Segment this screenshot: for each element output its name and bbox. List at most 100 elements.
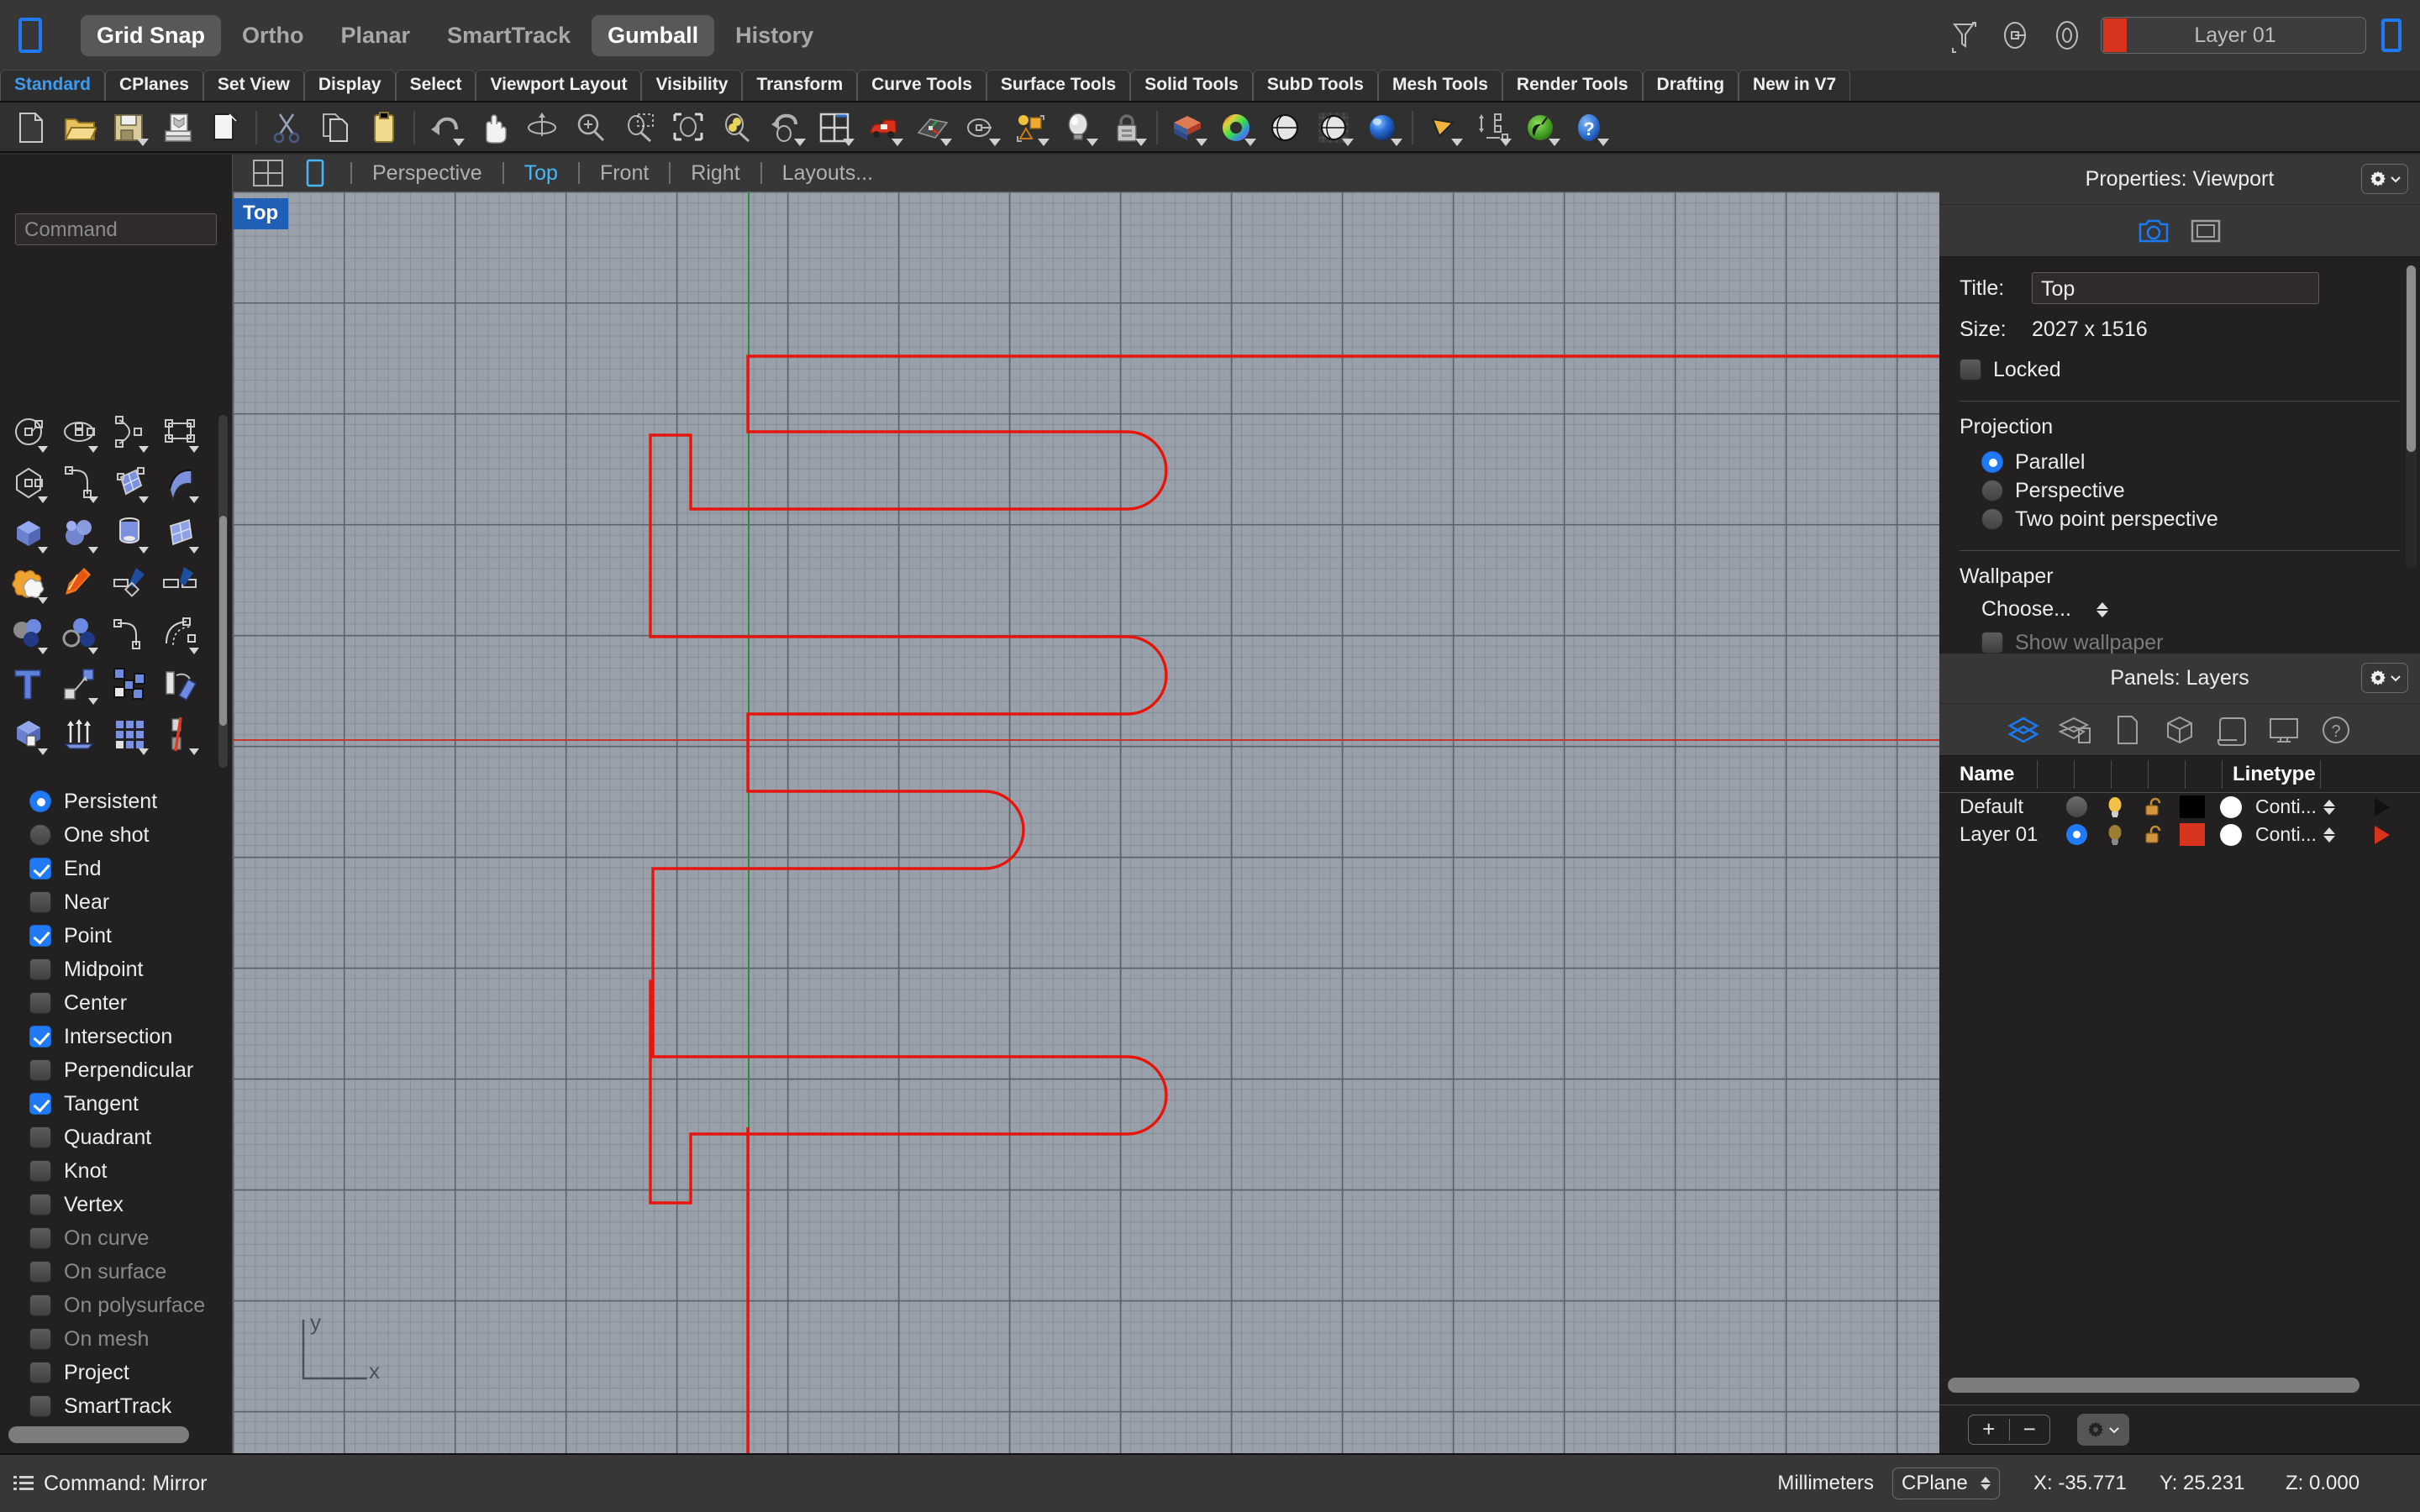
command-input[interactable]: Command	[15, 213, 217, 245]
paste-as-icon[interactable]	[202, 106, 250, 150]
pan-hand-icon[interactable]	[469, 106, 518, 150]
layers-copy-icon[interactable]	[2058, 713, 2092, 747]
text-icon[interactable]	[3, 659, 54, 709]
scroll-icon[interactable]	[2215, 713, 2249, 747]
extrude-surface-icon[interactable]	[54, 709, 104, 759]
osnap-on-mesh-checkbox[interactable]	[29, 1328, 51, 1350]
current-layer-color-swatch[interactable]	[2103, 18, 2127, 52]
current-layer-combo[interactable]: Layer 01	[2101, 17, 2366, 54]
add-layer-button[interactable]: +	[1969, 1416, 2009, 1442]
osnap-on-polysurface[interactable]: On polysurface	[0, 1289, 233, 1322]
mirror-icon[interactable]	[155, 709, 205, 759]
layer-row-layer-01-current-toggle[interactable]	[2057, 824, 2096, 845]
cut-scissors-icon[interactable]	[262, 106, 311, 150]
link-icon[interactable]	[1996, 16, 2033, 55]
top-viewport[interactable]: Top y x	[233, 192, 1939, 1453]
tab-render-tools[interactable]: Render Tools	[1502, 70, 1643, 101]
move-icon[interactable]	[54, 659, 104, 709]
osnap-knot-checkbox[interactable]	[29, 1160, 51, 1182]
projection-parallel-radio[interactable]	[1981, 451, 2003, 473]
tab-viewport-layout[interactable]: Viewport Layout	[476, 70, 642, 101]
osnap-tangent[interactable]: Tangent	[0, 1087, 233, 1121]
boolean-intersection-icon[interactable]	[54, 608, 104, 659]
set-view-icon[interactable]	[956, 106, 1005, 150]
osnap-point-checkbox[interactable]	[29, 925, 51, 947]
layer-row-layer-01-linetype-select[interactable]: Conti...	[2250, 823, 2368, 846]
paste-clipboard-icon[interactable]	[360, 106, 408, 150]
viewport-tab-layouts-[interactable]: Layouts...	[774, 161, 881, 186]
split-icon[interactable]	[155, 558, 205, 608]
projection-perspective[interactable]: Perspective	[1960, 476, 2400, 505]
osnap-vertex[interactable]: Vertex	[0, 1188, 233, 1221]
cylinder-icon[interactable]	[104, 507, 155, 558]
print-icon[interactable]	[153, 106, 202, 150]
ghosted-sphere-icon[interactable]	[1309, 106, 1358, 150]
planar-surface-icon[interactable]	[155, 507, 205, 558]
viewport-tab-front[interactable]: Front	[592, 161, 657, 186]
boolean-union-icon[interactable]	[3, 558, 54, 608]
tab-new-in-v7[interactable]: New in V7	[1739, 70, 1851, 101]
tab-display[interactable]: Display	[303, 70, 396, 101]
osnap-intersection-checkbox[interactable]	[29, 1026, 51, 1047]
layer-row-layer-01-visibility-bulb-icon[interactable]	[2096, 823, 2134, 847]
osnap-project-checkbox[interactable]	[29, 1362, 51, 1383]
curve-icon[interactable]	[54, 457, 104, 507]
osnap-mode-persistent[interactable]: Persistent	[0, 785, 233, 818]
viewport-layout-icon[interactable]	[810, 106, 859, 150]
osnap-end[interactable]: End	[0, 852, 233, 885]
osnap-smarttrack-checkbox[interactable]	[29, 1395, 51, 1417]
tab-transform[interactable]: Transform	[742, 70, 858, 101]
four-view-layout-icon[interactable]	[251, 159, 285, 187]
extrude-icon[interactable]	[3, 709, 54, 759]
zoom-selected-icon[interactable]	[713, 106, 761, 150]
osnap-quadrant[interactable]: Quadrant	[0, 1121, 233, 1154]
boolean-difference-icon[interactable]	[3, 608, 54, 659]
layer-row-layer-01[interactable]: Layer 01 Conti...	[1939, 821, 2420, 848]
osnap-quadrant-checkbox[interactable]	[29, 1126, 51, 1148]
viewport-title-input[interactable]: Top	[2032, 272, 2319, 304]
color-wheel-icon[interactable]	[1212, 106, 1260, 150]
copy-icon[interactable]	[311, 106, 360, 150]
box-icon[interactable]	[3, 507, 54, 558]
document-icon[interactable]	[2111, 713, 2144, 747]
undo-icon[interactable]	[420, 106, 469, 150]
osnap-center-checkbox[interactable]	[29, 992, 51, 1014]
toggle-planar[interactable]: Planar	[325, 15, 427, 56]
osnap-vertex-checkbox[interactable]	[29, 1194, 51, 1215]
tab-surface-tools[interactable]: Surface Tools	[986, 70, 1131, 101]
list-icon[interactable]	[13, 1473, 35, 1494]
toggle-ortho[interactable]: Ortho	[226, 15, 320, 56]
osnap-knot[interactable]: Knot	[0, 1154, 233, 1188]
osnap-on-mesh[interactable]: On mesh	[0, 1322, 233, 1356]
light-bulb-icon[interactable]	[1054, 106, 1102, 150]
layer-row-layer-01-lock-icon[interactable]	[2134, 823, 2173, 847]
layer-row-layer-01-print-color-swatch[interactable]	[2212, 823, 2250, 846]
osnap-on-curve-checkbox[interactable]	[29, 1227, 51, 1249]
offset-icon[interactable]	[155, 608, 205, 659]
shaded-sphere-icon[interactable]	[1260, 106, 1309, 150]
osnap-point[interactable]: Point	[0, 919, 233, 953]
toggle-history[interactable]: History	[719, 15, 829, 56]
layer-row-default-print-color-swatch[interactable]	[2212, 795, 2250, 818]
osnap-near[interactable]: Near	[0, 885, 233, 919]
osnap-smarttrack[interactable]: SmartTrack	[0, 1389, 233, 1423]
toggle-grid-snap[interactable]: Grid Snap	[81, 14, 222, 56]
trim-icon[interactable]	[104, 558, 155, 608]
help-icon[interactable]: ?	[1565, 106, 1613, 150]
osnap-on-surface[interactable]: On surface	[0, 1255, 233, 1289]
layer-row-default-material-swatch[interactable]	[2368, 795, 2407, 820]
viewport-tab-top[interactable]: Top	[516, 161, 566, 186]
add-remove-layer-buttons[interactable]: + −	[1968, 1414, 2050, 1445]
save-icon[interactable]	[104, 106, 153, 150]
osnap-mode-one-shot-radio[interactable]	[29, 824, 51, 846]
osnap-end-checkbox[interactable]	[29, 858, 51, 879]
zoom-in-icon[interactable]	[566, 106, 615, 150]
cplane-select[interactable]: CPlane	[1892, 1467, 2000, 1499]
layers-gear-button[interactable]	[2361, 663, 2408, 693]
projection-two-point-perspective-radio[interactable]	[1981, 508, 2003, 530]
layer-row-default-linetype-select[interactable]: Conti...	[2250, 795, 2368, 818]
polygon-icon[interactable]	[3, 457, 54, 507]
layer-state-icon[interactable]	[1005, 106, 1054, 150]
cursor-arrow-icon[interactable]	[1418, 106, 1467, 150]
rotate-view-icon[interactable]	[518, 106, 566, 150]
